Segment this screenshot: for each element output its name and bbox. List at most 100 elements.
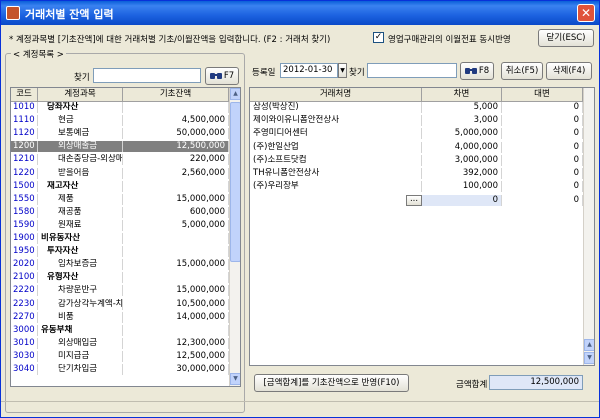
left-find-button[interactable]: F7 <box>205 67 239 85</box>
partner-credit: 0 <box>502 141 583 153</box>
col-header-credit[interactable]: 대변 <box>502 88 583 102</box>
account-row[interactable]: 1500 재고자산 <box>11 180 229 192</box>
account-name: 외상매입금 <box>38 337 123 349</box>
partner-name-input[interactable] <box>250 195 422 206</box>
col-header-code[interactable]: 코드 <box>11 88 38 102</box>
date-dropdown-button[interactable]: ▼ <box>338 63 347 78</box>
apply-total-button[interactable]: [금액합계]를 기초잔액으로 반영(F10) <box>254 374 409 392</box>
binoculars-icon <box>464 68 477 74</box>
account-row[interactable]: 1950 투자자산 <box>11 246 229 258</box>
account-name: 비품 <box>38 311 123 323</box>
col-header-account[interactable]: 계정과목 <box>38 88 123 102</box>
account-name: 차량운반구 <box>38 285 123 297</box>
account-row[interactable]: 2100 유형자산 <box>11 272 229 284</box>
account-row[interactable]: 1200 외상매출금 12,500,000 <box>11 141 229 153</box>
account-code: 1580 <box>11 206 38 218</box>
info-text: * 계정과목별 [기초잔액]에 대한 거래처별 기초/이월잔액을 입력합니다. … <box>9 35 331 45</box>
scroll-down-arrow[interactable]: ▼ <box>230 373 240 385</box>
binoculars-icon <box>209 73 222 79</box>
account-row[interactable]: 1900 비유동자산 <box>11 233 229 244</box>
account-name: 비유동자산 <box>38 233 123 244</box>
account-opening-balance: 220,000 <box>123 154 229 166</box>
account-name: 당좌자산 <box>38 102 123 113</box>
left-find-key: F7 <box>223 71 235 81</box>
right-find-button[interactable]: F8 <box>460 62 494 80</box>
partner-row[interactable]: TH유니폼안전상사 392,000 0 <box>250 168 583 179</box>
title-bar[interactable]: 거래처별 잔액 입력 ✕ <box>1 1 599 25</box>
scroll-down-arrow[interactable]: ▼ <box>584 352 594 364</box>
account-row[interactable]: 3000 유동부채 <box>11 324 229 336</box>
account-opening-balance: 15,000,000 <box>123 259 229 271</box>
account-row[interactable]: 2230감가상각누계액-차량운반10,500,000 <box>11 298 229 310</box>
scroll-up-arrow[interactable]: ▲ <box>584 339 594 351</box>
partner-row[interactable]: 주영미디어센터 5,000,000 0 <box>250 128 583 140</box>
account-code: 3010 <box>11 337 38 349</box>
account-name: 임차보증금 <box>38 259 123 271</box>
partner-lookup-button[interactable]: ... <box>406 195 422 206</box>
account-code: 1120 <box>11 128 38 140</box>
account-row[interactable]: 3010 외상매입금 12,300,000 <box>11 337 229 349</box>
partner-grid-scrollbar[interactable]: ▲ ▼ <box>583 88 594 365</box>
partner-grid[interactable]: 거래처명 차변 대변 삼성(박상진) 5,000 0 제이와이유니폼안전상사 3,000… <box>249 87 595 366</box>
account-row[interactable]: 2270 비품 14,000,000 <box>11 311 229 323</box>
close-window-button[interactable]: ✕ <box>577 4 595 22</box>
account-row[interactable]: 3030 미지급금 12,500,000 <box>11 350 229 362</box>
partner-row[interactable]: (주)우리장부 100,000 0 <box>250 181 583 193</box>
account-row[interactable]: 1550 제품 15,000,000 <box>11 193 229 205</box>
account-name: 유형자산 <box>38 272 123 284</box>
account-opening-balance: 30,000,000 <box>123 364 229 375</box>
account-row[interactable]: 2020 임차보증금 15,000,000 <box>11 259 229 271</box>
account-list-label: < 계정목록 > <box>11 48 66 60</box>
close-button[interactable]: 닫기(ESC) <box>538 29 594 47</box>
sync-label: 영업구매관리의 이월전표 동시반영 <box>388 35 511 45</box>
account-row[interactable]: 3040 단기차입금 30,000,000 <box>11 364 229 375</box>
left-find-input[interactable] <box>93 68 201 83</box>
account-name: 원재료 <box>38 219 123 231</box>
credit-input[interactable]: 0 <box>502 195 583 206</box>
partner-row[interactable]: (주)한일산업 4,000,000 0 <box>250 141 583 153</box>
account-opening-balance: 5,000,000 <box>123 219 229 231</box>
partner-row[interactable]: (주)소프트닷컴 3,000,000 0 <box>250 154 583 166</box>
account-name: 재공품 <box>38 206 123 218</box>
partner-name: 삼성(박상진) <box>250 102 422 113</box>
account-row[interactable]: 1590 원재료 5,000,000 <box>11 219 229 231</box>
partner-debit: 392,000 <box>422 168 502 179</box>
account-code: 1110 <box>11 115 38 127</box>
account-row[interactable]: 2220 차량운반구 15,000,000 <box>11 285 229 297</box>
account-code: 3000 <box>11 324 38 336</box>
account-grid-scrollbar[interactable]: ▲ ▼ <box>229 88 240 386</box>
partner-name: 주영미디어센터 <box>250 128 422 140</box>
account-code: 3030 <box>11 350 38 362</box>
account-opening-balance: 12,300,000 <box>123 337 229 349</box>
account-row[interactable]: 1010 당좌자산 <box>11 102 229 113</box>
debit-input[interactable]: 0 <box>422 195 502 206</box>
account-opening-balance <box>123 324 229 336</box>
partner-name: (주)우리장부 <box>250 181 422 193</box>
account-row[interactable]: 1110 현금 4,500,000 <box>11 115 229 127</box>
account-opening-balance: 10,500,000 <box>123 298 229 310</box>
partner-debit: 3,000 <box>422 115 502 127</box>
account-opening-balance: 2,560,000 <box>123 167 229 179</box>
account-row[interactable]: 1120 보통예금 50,000,000 <box>11 128 229 140</box>
date-input[interactable]: 2012-01-30 <box>280 63 338 78</box>
account-name: 받을어음 <box>38 167 123 179</box>
partner-input-row[interactable]: ... 0 0 <box>250 195 583 206</box>
scroll-thumb[interactable] <box>230 102 240 262</box>
col-header-opening-balance[interactable]: 기초잔액 <box>123 88 229 102</box>
col-header-debit[interactable]: 차변 <box>422 88 502 102</box>
account-grid[interactable]: 코드 계정과목 기초잔액 1010 당좌자산 1110 현금 4,500,000 1120… <box>10 87 241 387</box>
sync-checkbox[interactable]: ✓ <box>373 32 384 43</box>
delete-button[interactable]: 삭제(F4) <box>546 62 592 80</box>
col-header-partner[interactable]: 거래처명 <box>250 88 422 102</box>
account-row[interactable]: 1210대손충당금-외상매출금220,000 <box>11 154 229 166</box>
status-bar <box>1 401 599 417</box>
right-find-input[interactable] <box>367 63 457 78</box>
account-row[interactable]: 1580 재공품 600,000 <box>11 206 229 218</box>
cancel-button[interactable]: 취소(F5) <box>501 62 543 80</box>
account-row[interactable]: 1220 받을어음 2,560,000 <box>11 167 229 179</box>
partner-row[interactable]: 삼성(박상진) 5,000 0 <box>250 102 583 113</box>
scroll-up-arrow[interactable]: ▲ <box>230 88 240 100</box>
partner-row[interactable]: 제이와이유니폼안전상사 3,000 0 <box>250 115 583 127</box>
partner-debit: 3,000,000 <box>422 154 502 166</box>
account-code: 1200 <box>11 141 38 153</box>
